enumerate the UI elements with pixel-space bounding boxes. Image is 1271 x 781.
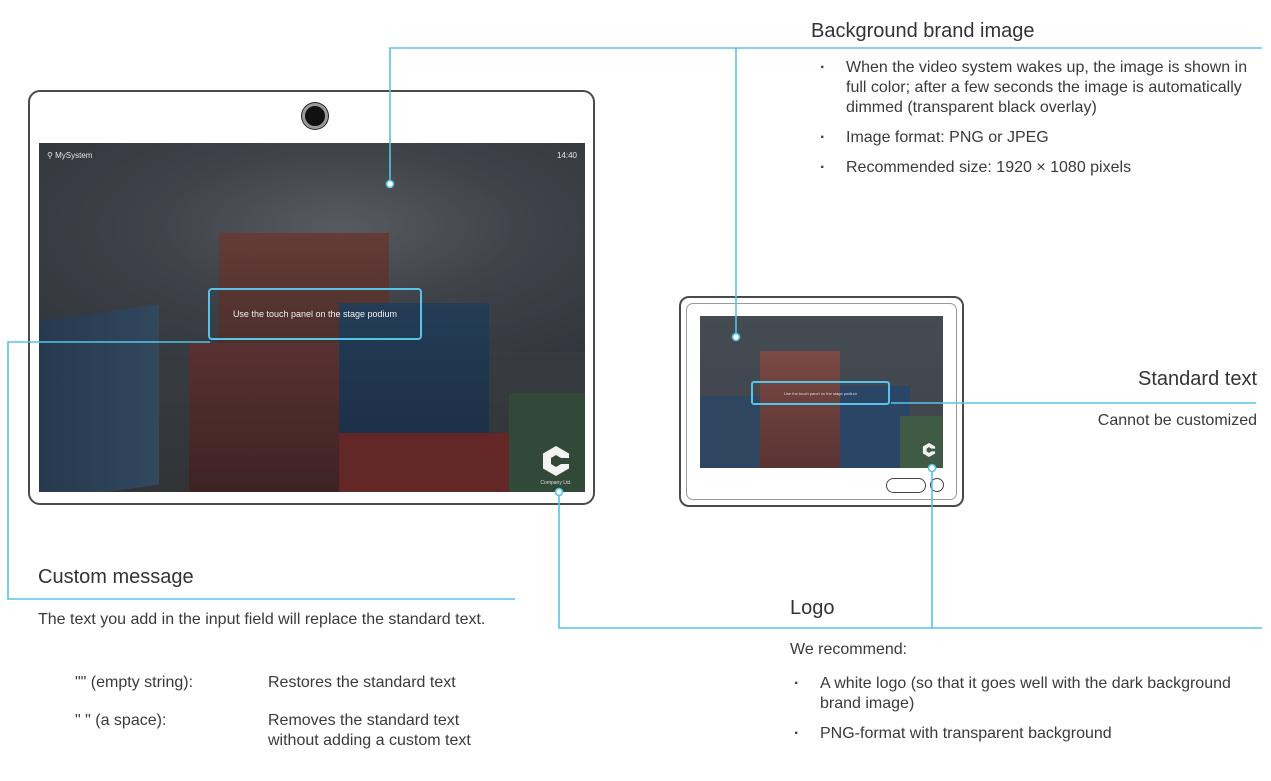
- callout-logo-line: [558, 492, 1262, 629]
- standard-title: Standard text: [1138, 368, 1257, 390]
- logo-bullet: PNG-format with transparent background: [790, 724, 1260, 744]
- system-name: MySystem: [55, 151, 93, 160]
- panel-message-box: Use the touch panel on the stage podium: [751, 381, 890, 405]
- background-bullet: Recommended size: 1920 × 1080 pixels: [816, 158, 1256, 178]
- logo-desc: We recommend:: [790, 641, 908, 658]
- standard-message-box: Use the touch panel on the stage podium: [208, 288, 422, 340]
- background-bullet: When the video system wakes up, the imag…: [816, 58, 1256, 118]
- background-title: Background brand image: [811, 20, 1035, 42]
- custom-title: Custom message: [38, 566, 194, 588]
- panel-mute-button: [930, 478, 944, 492]
- company-logo-icon: [543, 446, 569, 476]
- logo-bullets: A white logo (so that it goes well with …: [790, 674, 1260, 754]
- background-bullet: Image format: PNG or JPEG: [816, 128, 1256, 148]
- custom-option-value: Restores the standard text: [268, 674, 456, 691]
- logo-caption: Company Ltd.: [540, 480, 572, 486]
- standard-message-text: Use the touch panel on the stage podium: [232, 309, 398, 319]
- background-bullets: When the video system wakes up, the imag…: [816, 58, 1256, 188]
- panel-logo-icon: [922, 442, 936, 458]
- clock-label: 14:40: [556, 151, 577, 160]
- standard-desc: Cannot be customized: [1097, 412, 1257, 429]
- panel-message-text: Use the touch panel on the stage podium: [784, 390, 857, 396]
- custom-desc: The text you add in the input field will…: [38, 611, 486, 628]
- logo-title: Logo: [790, 597, 835, 619]
- custom-option-key: " " (a space):: [75, 712, 167, 729]
- custom-option-key: "" (empty string):: [75, 674, 194, 691]
- system-name-label: ⚲ MySystem: [47, 151, 93, 160]
- panel-container-red: [760, 351, 840, 468]
- panel-volume-button: [886, 478, 926, 493]
- logo-bullet: A white logo (so that it goes well with …: [790, 674, 1260, 714]
- custom-option-value: Removes the standard text without adding…: [268, 712, 471, 749]
- main-display-screen: ⚲ MySystem 14:40 Use the touch panel on …: [39, 143, 585, 492]
- camera-icon: [302, 103, 328, 129]
- panel-container-blue: [700, 396, 760, 468]
- touch-panel-screen: Use the touch panel on the stage podium: [700, 316, 943, 468]
